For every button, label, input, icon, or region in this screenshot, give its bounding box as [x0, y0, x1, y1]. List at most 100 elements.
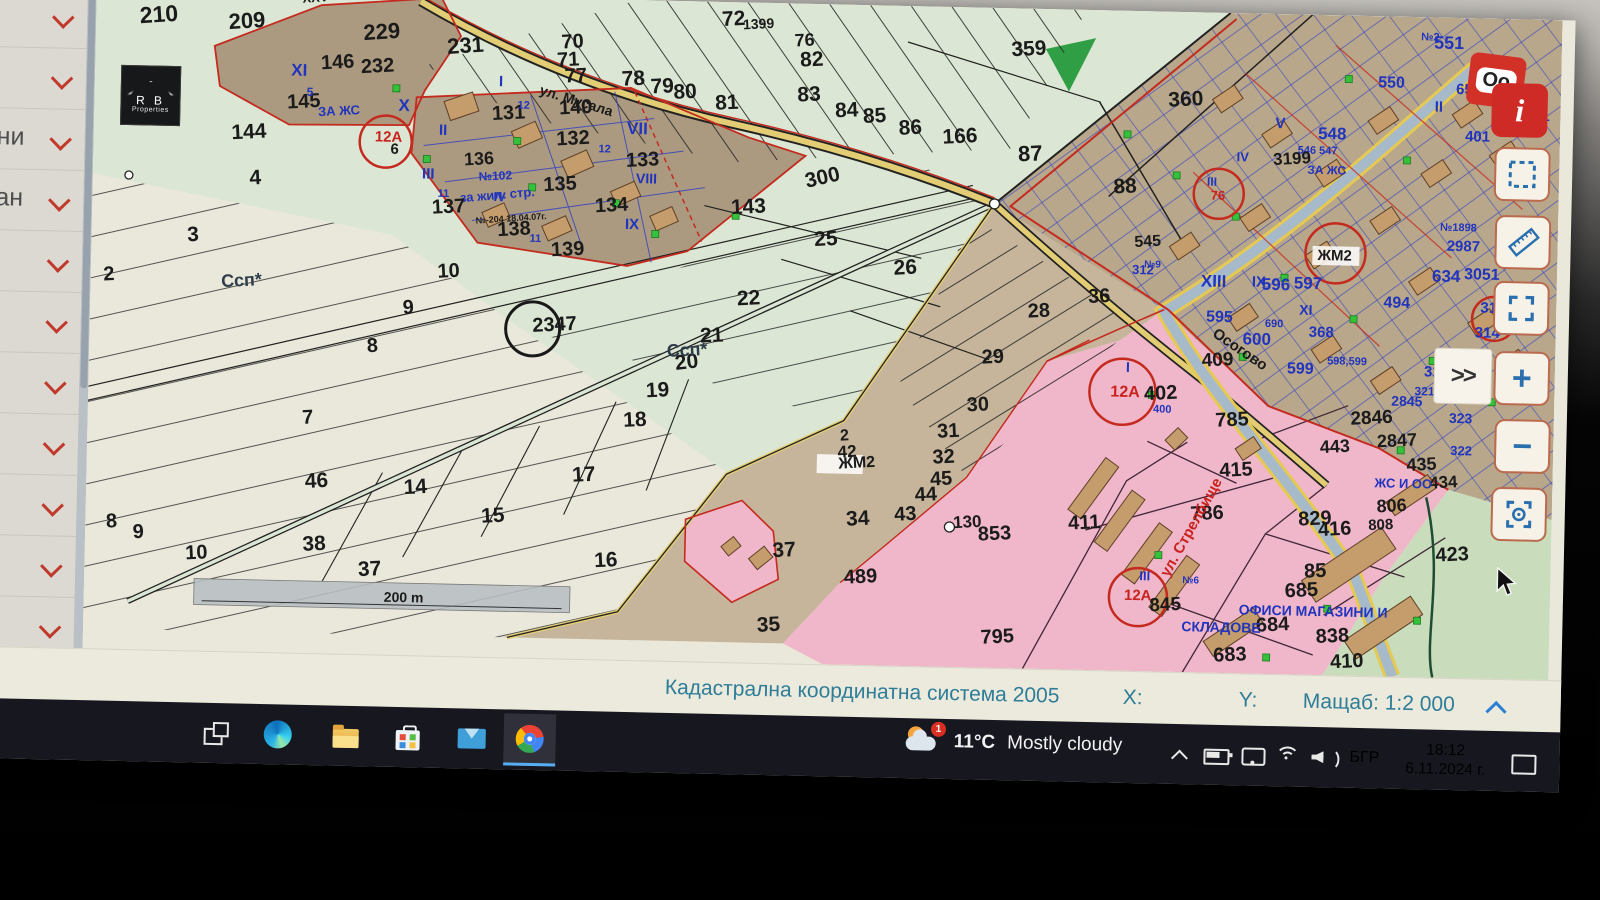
task-view-button[interactable]: [189, 706, 242, 759]
map-label: 78: [621, 67, 646, 91]
sidebar-item[interactable]: [0, 535, 76, 598]
chevron-down-icon[interactable]: [51, 67, 74, 90]
map-label: 1399: [743, 15, 775, 32]
map-label: 806: [1376, 495, 1407, 516]
volume-icon[interactable]: [1311, 749, 1337, 766]
map-label: 548: [1318, 124, 1347, 144]
map-label: IV: [1236, 149, 1249, 164]
language-indicator[interactable]: БГР: [1349, 749, 1379, 768]
weather-widget[interactable]: 1 11°C Mostly cloudy: [905, 726, 1122, 761]
map-label: №9: [1144, 259, 1161, 270]
map-label: II: [1435, 99, 1444, 116]
map-label: 12: [598, 143, 611, 155]
expand-panel-button[interactable]: >>: [1433, 348, 1492, 405]
chevron-down-icon[interactable]: [49, 128, 72, 151]
sidebar-item[interactable]: [0, 352, 80, 415]
map-label: 229: [363, 18, 401, 45]
chevron-down-icon[interactable]: [48, 189, 71, 212]
map-label: 3051: [1464, 266, 1500, 284]
map-label: 18: [623, 408, 648, 432]
sidebar-item[interactable]: [0, 413, 79, 476]
map-label: 15: [481, 504, 506, 528]
map-label: 31: [937, 420, 960, 443]
mouse-cursor: [1495, 567, 1522, 603]
map-label: 34: [846, 507, 871, 531]
mail-button[interactable]: [445, 712, 498, 765]
task-view-icon: [204, 722, 228, 745]
map-label: 81: [715, 91, 740, 115]
map-label: 84: [834, 98, 859, 122]
chevron-down-icon[interactable]: [45, 311, 68, 334]
fullscreen-button[interactable]: [1493, 281, 1550, 336]
focus-target-icon: [1502, 498, 1535, 531]
chrome-button[interactable]: [503, 713, 556, 766]
x-coordinate-label: X:: [1122, 686, 1142, 710]
map-label: 545: [1134, 233, 1162, 251]
map-label: 140: [559, 96, 593, 120]
map-label: 599: [1287, 360, 1314, 378]
map-label: I: [499, 73, 504, 90]
chevron-down-icon[interactable]: [40, 555, 63, 578]
cast-display-icon[interactable]: [1241, 747, 1265, 766]
map-label: V: [1275, 115, 1285, 132]
map-label: 489: [843, 565, 877, 589]
map-label: I: [1126, 359, 1130, 375]
cloud-icon: [906, 736, 936, 751]
map-label: 36: [1088, 285, 1111, 308]
file-explorer-button[interactable]: [319, 709, 372, 762]
chevron-down-icon[interactable]: [44, 372, 67, 395]
logo-line1: R B: [136, 94, 165, 107]
chevron-down-icon[interactable]: [43, 433, 66, 456]
map-label: 146: [320, 51, 354, 75]
map-label: 795: [980, 625, 1014, 649]
map-label: 5: [307, 85, 314, 99]
sidebar-item[interactable]: [0, 474, 77, 537]
store-button[interactable]: [381, 711, 434, 764]
map-label: 45: [930, 468, 953, 491]
zoom-out-button[interactable]: −: [1494, 419, 1551, 474]
taskbar-clock[interactable]: 18:12 6.11.2024 г.: [1393, 740, 1498, 781]
map-label: 7: [302, 406, 314, 429]
map-label: 410: [1330, 650, 1364, 674]
laptop-screen: ниан: [0, 0, 1576, 792]
map-label: 550: [1378, 74, 1405, 92]
collapse-statusbar-icon[interactable]: [1485, 701, 1506, 722]
info-button[interactable]: i: [1491, 83, 1548, 138]
map-label: 82: [800, 48, 824, 72]
chevron-down-icon[interactable]: [47, 250, 70, 273]
locate-button[interactable]: [1490, 487, 1547, 542]
map-label: 411: [1068, 511, 1101, 535]
cadastral-map[interactable]: 210209229XXV2317270717778798081139976828…: [83, 0, 1563, 680]
zoom-in-button[interactable]: +: [1493, 351, 1550, 406]
plus-icon: +: [1511, 361, 1532, 395]
sidebar-item[interactable]: ан: [0, 169, 84, 232]
sidebar-item[interactable]: [0, 291, 81, 354]
wifi-icon[interactable]: [1275, 746, 1299, 765]
action-center-icon[interactable]: [1511, 754, 1536, 775]
selection-rectangle-icon: [1507, 159, 1538, 190]
map-label: 829: [1298, 507, 1332, 531]
chevron-down-icon[interactable]: [39, 616, 62, 639]
map-label: 83: [797, 83, 821, 107]
map-label: ЖМ2: [837, 454, 876, 473]
map-label: 634: [1432, 266, 1461, 286]
select-area-button[interactable]: [1494, 147, 1551, 202]
map-label: 231: [446, 32, 484, 59]
map-label: 595: [1206, 309, 1233, 327]
sidebar-item[interactable]: [0, 230, 83, 293]
map-label: 11: [437, 188, 449, 200]
map-label: 360: [1168, 87, 1204, 112]
sidebar-item[interactable]: ни: [0, 108, 85, 171]
tray-overflow-icon[interactable]: [1171, 750, 1188, 767]
map-label: 38: [302, 532, 327, 556]
chevron-down-icon[interactable]: [41, 494, 64, 517]
measure-button[interactable]: [1494, 215, 1551, 270]
map-label: 166: [942, 124, 978, 149]
chevron-down-icon[interactable]: [52, 6, 75, 29]
sidebar-item[interactable]: [0, 47, 87, 110]
edge-button[interactable]: [251, 708, 304, 761]
map-label: 359: [1011, 37, 1047, 62]
map-viewport[interactable]: 210209229XXV2317270717778798081139976828…: [83, 0, 1563, 680]
sidebar-item[interactable]: [0, 0, 88, 49]
battery-icon[interactable]: [1203, 749, 1229, 766]
